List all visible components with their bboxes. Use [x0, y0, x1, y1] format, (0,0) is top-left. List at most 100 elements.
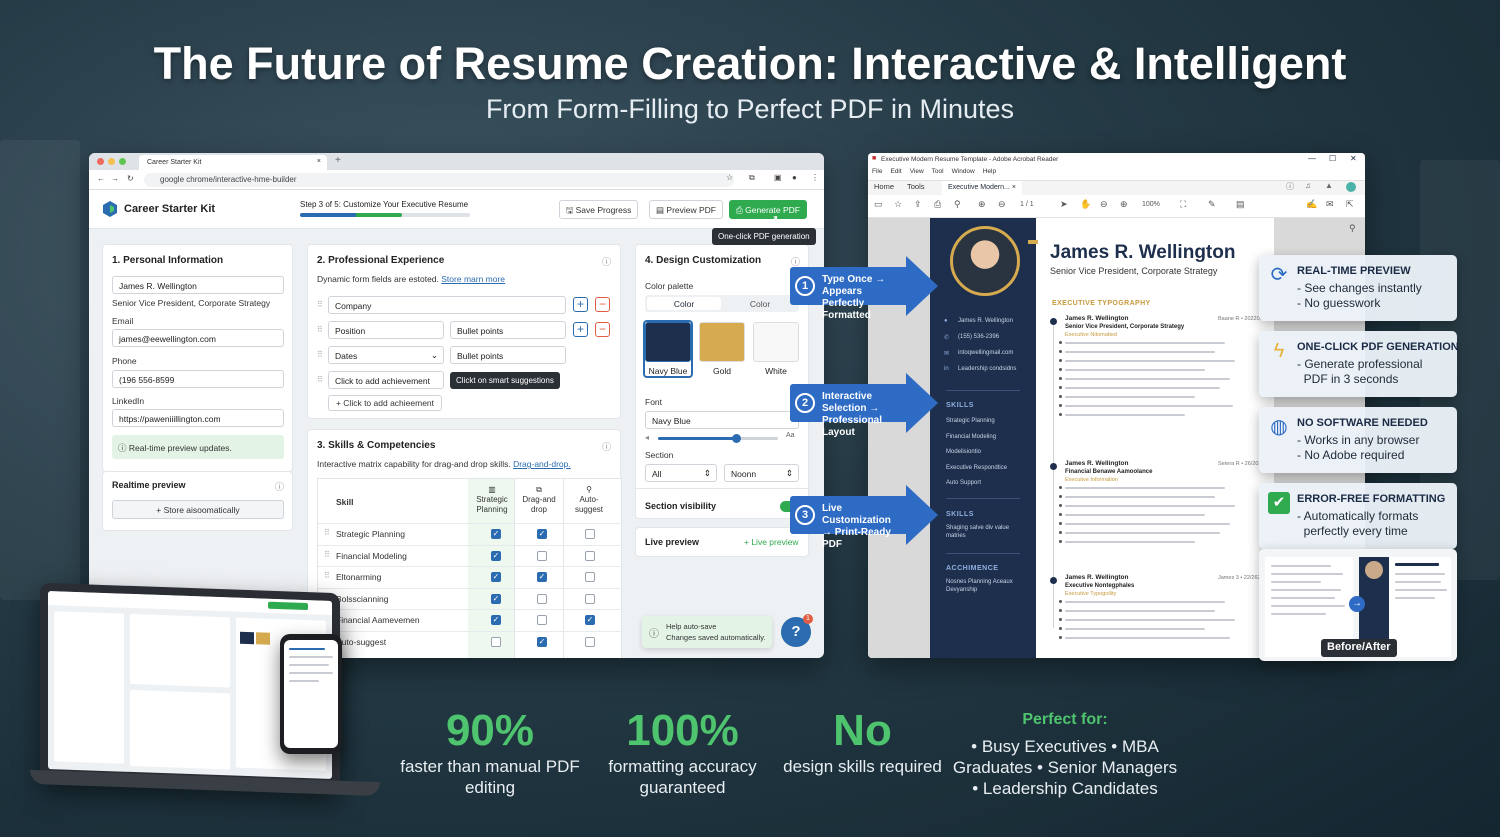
- arrow-right-icon[interactable]: →: [1349, 596, 1365, 612]
- skill-checkbox[interactable]: ✓: [491, 572, 501, 582]
- page-up-icon[interactable]: ⊕: [978, 199, 986, 210]
- store-automatically-button[interactable]: + Store aisoomatically: [112, 500, 284, 519]
- skill-checkbox[interactable]: ✓: [585, 615, 595, 625]
- preview-pdf-button[interactable]: ▤ Preview PDF: [649, 200, 723, 219]
- help-circle-icon[interactable]: ⓘ: [275, 480, 284, 493]
- close-tab-icon[interactable]: ×: [317, 158, 321, 165]
- drag-handle-icon[interactable]: ⠿: [317, 300, 323, 309]
- close-icon[interactable]: ✕: [1350, 154, 1357, 163]
- extensions-icon[interactable]: ⧉: [749, 173, 755, 183]
- skill-checkbox[interactable]: ✓: [491, 550, 501, 561]
- linkedin-field[interactable]: https://paweniiillington.com: [112, 409, 284, 427]
- star-icon[interactable]: ☆: [894, 199, 902, 210]
- drag-handle-icon[interactable]: ⠿: [324, 571, 330, 580]
- drag-handle-icon[interactable]: ⠿: [317, 375, 323, 384]
- menu-item-window[interactable]: Window: [952, 168, 975, 175]
- achievement-field[interactable]: Click to add achievement: [328, 371, 444, 389]
- add-achievement-button[interactable]: + Click to add achieement: [328, 395, 442, 411]
- bullet-points-field[interactable]: Bullet points: [450, 321, 566, 339]
- skill-checkbox[interactable]: ✓: [537, 572, 547, 582]
- skill-checkbox[interactable]: [585, 593, 595, 604]
- tab-color-2[interactable]: Color: [723, 297, 797, 310]
- size-slider[interactable]: [658, 434, 778, 443]
- fit-page-icon[interactable]: ⛶: [1180, 199, 1186, 210]
- tab-document[interactable]: Executive Modern... ×: [942, 181, 1022, 195]
- zoom-level[interactable]: 100%: [1142, 201, 1160, 208]
- name-field[interactable]: James R. Wellington: [112, 276, 284, 294]
- add-icon[interactable]: +: [573, 297, 588, 312]
- drag-handle-icon[interactable]: ⠿: [324, 528, 330, 537]
- phone-field[interactable]: (196 556-8599: [112, 370, 284, 388]
- skill-checkbox[interactable]: [585, 550, 595, 561]
- tab-tools[interactable]: Tools: [907, 182, 925, 191]
- slider-knob[interactable]: [732, 434, 741, 443]
- skill-checkbox[interactable]: ✓: [491, 615, 501, 625]
- highlight-icon[interactable]: ✎: [1208, 199, 1216, 210]
- menu-item-edit[interactable]: Edit: [890, 168, 901, 175]
- bookmark-star-icon[interactable]: ☆: [726, 173, 733, 182]
- dates-select[interactable]: Dates ⌄: [328, 346, 444, 364]
- maximize-dot[interactable]: [119, 158, 126, 165]
- skill-checkbox[interactable]: [537, 550, 547, 561]
- share-icon[interactable]: ⇱: [1346, 199, 1354, 210]
- skill-checkbox[interactable]: [537, 615, 547, 625]
- comment-icon[interactable]: ▤: [1236, 199, 1245, 210]
- before-after-thumbnail[interactable]: → Before/After: [1259, 549, 1457, 661]
- skill-checkbox[interactable]: ✓: [537, 636, 547, 647]
- company-field[interactable]: Company: [328, 296, 566, 314]
- tab-home[interactable]: Home: [874, 182, 894, 191]
- save-icon[interactable]: ▭: [874, 199, 883, 210]
- notification-icon[interactable]: ▲: [1325, 181, 1333, 190]
- menu-item-file[interactable]: File: [872, 168, 882, 175]
- drag-handle-icon[interactable]: ⠿: [317, 325, 323, 334]
- skill-checkbox[interactable]: [585, 572, 595, 582]
- maximize-icon[interactable]: ☐: [1329, 154, 1336, 163]
- menu-item-view[interactable]: View: [910, 168, 924, 175]
- skill-checkbox[interactable]: [491, 636, 501, 647]
- help-circle-icon[interactable]: ⓘ: [602, 255, 611, 268]
- section-select-2[interactable]: Noonn ⇕: [724, 464, 799, 482]
- search-icon[interactable]: ⚲: [954, 199, 961, 210]
- drag-handle-icon[interactable]: ⠿: [317, 350, 323, 359]
- close-dot[interactable]: [97, 158, 104, 165]
- remove-icon[interactable]: −: [595, 322, 610, 337]
- skill-checkbox[interactable]: ✓: [491, 529, 501, 539]
- search-icon[interactable]: ⚲: [1349, 223, 1356, 234]
- swatch-white[interactable]: [753, 322, 799, 362]
- learn-more-link[interactable]: Store marn more: [441, 274, 505, 284]
- browser-tab[interactable]: Career Starter Kit ×: [139, 155, 327, 170]
- mail-icon[interactable]: ✉: [1326, 199, 1334, 210]
- bell-icon[interactable]: ♫: [1305, 181, 1311, 190]
- skill-checkbox[interactable]: [585, 529, 595, 539]
- menu-item-help[interactable]: Help: [983, 168, 996, 175]
- drag-drop-link[interactable]: Drag-and-drop.: [513, 459, 571, 469]
- swatch-gold[interactable]: [699, 322, 745, 362]
- avatar[interactable]: [1346, 182, 1356, 192]
- skill-checkbox[interactable]: ✓: [537, 529, 547, 539]
- drag-handle-icon[interactable]: ⠿: [324, 550, 330, 559]
- select-cursor-icon[interactable]: ➤: [1060, 199, 1068, 210]
- page-indicator[interactable]: 1 / 1: [1020, 201, 1034, 208]
- url-input[interactable]: google chrome/interactive-hme-builder: [144, 173, 734, 187]
- new-tab-icon[interactable]: +: [335, 155, 341, 166]
- skill-checkbox[interactable]: [537, 593, 547, 604]
- upload-icon[interactable]: ⇪: [914, 199, 922, 210]
- minimize-icon[interactable]: —: [1308, 154, 1316, 163]
- tab-color[interactable]: Color: [647, 297, 721, 310]
- skill-checkbox[interactable]: ✓: [491, 593, 501, 604]
- bullet-points-field[interactable]: Bullet points: [450, 346, 566, 364]
- page-down-icon[interactable]: ⊖: [998, 199, 1006, 210]
- generate-pdf-button[interactable]: ⎙ Generate PDF: [729, 200, 807, 219]
- skill-checkbox[interactable]: [585, 636, 595, 647]
- remove-icon[interactable]: −: [595, 297, 610, 312]
- reload-icon[interactable]: ↻: [127, 174, 134, 183]
- zoom-out-icon[interactable]: ⊖: [1100, 199, 1108, 210]
- zoom-in-icon[interactable]: ⊕: [1120, 199, 1128, 210]
- sign-icon[interactable]: ✍: [1306, 199, 1317, 210]
- menu-icon[interactable]: ⋮: [811, 173, 819, 182]
- help-circle-icon[interactable]: ⓘ: [602, 440, 611, 453]
- hand-icon[interactable]: ✋: [1080, 199, 1091, 210]
- print-icon[interactable]: ⎙: [934, 199, 941, 210]
- forward-icon[interactable]: →: [111, 174, 119, 183]
- position-field[interactable]: Position: [328, 321, 444, 339]
